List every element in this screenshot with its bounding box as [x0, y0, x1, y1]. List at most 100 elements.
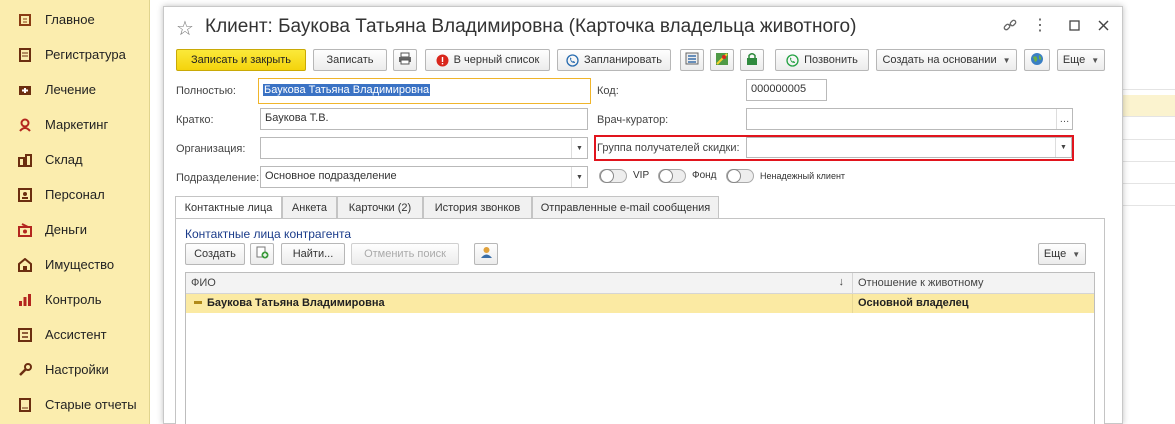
sidebar-item-money[interactable]: Деньги [0, 212, 149, 247]
curator-label: Врач-куратор: [597, 114, 669, 126]
select-ellipsis-icon[interactable]: … [1056, 109, 1072, 129]
toggle-knob [659, 169, 673, 183]
curator-field[interactable]: … [746, 108, 1073, 130]
sidebar-item-label: Регистратура [45, 47, 126, 62]
tab-sent-emails[interactable]: Отправленные e-mail сообщения [532, 196, 719, 218]
sidebar-item-marketing[interactable]: Маркетинг [0, 107, 149, 142]
column-header-relation[interactable]: Отношение к животному [853, 273, 1094, 294]
schedule-button[interactable]: Запланировать [557, 49, 671, 71]
copy-button[interactable] [250, 243, 274, 265]
property-icon [17, 257, 33, 273]
vip-label: VIP [633, 170, 650, 181]
chevron-down-icon[interactable]: ▼ [571, 167, 587, 187]
close-icon[interactable] [1095, 17, 1111, 33]
sidebar-item-property[interactable]: Имущество [0, 247, 149, 282]
home-icon [17, 12, 33, 28]
code-value: 000000005 [751, 83, 807, 95]
tab-cards[interactable]: Карточки (2) [337, 196, 423, 218]
sidebar-item-label: Ассистент [45, 327, 107, 342]
background-row [1120, 118, 1175, 140]
tab-questionnaire[interactable]: Анкета [282, 196, 337, 218]
fond-label: Фонд [692, 170, 717, 181]
contact-name: Баукова Татьяна Владимировна [207, 297, 385, 309]
sidebar-item-label: Настройки [45, 362, 109, 377]
sidebar-item-label: Главное [45, 12, 95, 27]
background-row [1120, 140, 1175, 162]
sidebar-item-label: Контроль [45, 292, 102, 307]
chevron-down-icon[interactable]: ▼ [1055, 138, 1071, 157]
organization-field[interactable]: ▼ [260, 137, 588, 159]
sidebar-item-settings[interactable]: Настройки [0, 352, 149, 387]
create-based-label: Создать на основании [882, 54, 997, 66]
more-vertical-icon[interactable]: ⋮ [1032, 17, 1048, 34]
save-and-close-button[interactable]: Записать и закрыть [176, 49, 306, 71]
more-label: Еще [1043, 248, 1067, 260]
globe-button[interactable] [1024, 49, 1050, 71]
chevron-down-icon: ▼ [1002, 55, 1011, 65]
map-icon [715, 52, 729, 69]
client-form-window: ☆ Клиент: Баукова Татьяна Владимировна (… [163, 6, 1123, 424]
contacts-table: ФИО ↓ Отношение к животному Баукова Тать… [185, 272, 1095, 424]
find-button[interactable]: Найти... [281, 243, 345, 265]
chevron-down-icon[interactable]: ▼ [571, 138, 587, 158]
favorite-star-icon[interactable]: ☆ [176, 16, 194, 41]
map-button[interactable] [710, 49, 734, 71]
contacts-more-button[interactable]: Еще ▼ [1038, 243, 1086, 265]
create-based-on-button[interactable]: Создать на основании ▼ [876, 49, 1017, 71]
sidebar-item-old-reports[interactable]: Старые отчеты [0, 387, 149, 422]
maximize-icon[interactable] [1066, 17, 1082, 33]
short-name-field[interactable]: Баукова Т.В. [260, 108, 588, 130]
personnel-icon [17, 187, 33, 203]
full-name-field[interactable]: Баукова Татьяна Владимировна [258, 78, 591, 104]
money-icon [17, 222, 33, 238]
tab-contact-persons[interactable]: Контактные лица [175, 196, 282, 219]
control-icon [17, 292, 33, 308]
blacklist-button[interactable]: В черный список [425, 49, 550, 71]
table-row[interactable]: Баукова Татьяна Владимировна Основной вл… [186, 294, 1094, 313]
call-button[interactable]: Позвонить [775, 49, 869, 71]
unreliable-client-toggle[interactable] [726, 169, 754, 183]
tab-call-history[interactable]: История звонков [423, 196, 532, 218]
chevron-down-icon: ▼ [1072, 249, 1081, 259]
link-icon[interactable] [1002, 17, 1018, 33]
table-cell-relation: Основной владелец [858, 297, 969, 309]
phone-circle-icon [566, 53, 579, 67]
sidebar-item-main[interactable]: Главное [0, 2, 149, 37]
column-header-name[interactable]: ФИО ↓ [186, 273, 853, 294]
sidebar-item-assistant[interactable]: Ассистент [0, 317, 149, 352]
full-name-value: Баукова Татьяна Владимировна [263, 84, 431, 96]
background-row [1120, 68, 1175, 90]
list-button[interactable] [680, 49, 704, 71]
sidebar-item-treatment[interactable]: Лечение [0, 72, 149, 107]
sort-arrow-icon: ↓ [838, 276, 845, 288]
organization-label: Организация: [176, 143, 246, 155]
user-button[interactable] [474, 243, 498, 265]
create-contact-button[interactable]: Создать [185, 243, 245, 265]
code-field[interactable]: 000000005 [746, 79, 827, 101]
assistant-icon [17, 327, 33, 343]
department-label: Подразделение: [176, 172, 260, 184]
cancel-search-button[interactable]: Отменить поиск [351, 243, 459, 265]
warehouse-icon [17, 152, 33, 168]
code-label: Код: [597, 85, 619, 97]
more-button[interactable]: Еще ▼ [1057, 49, 1105, 71]
discount-group-field[interactable]: ▼ [746, 137, 1072, 158]
save-button[interactable]: Записать [313, 49, 387, 71]
more-label: Еще [1062, 54, 1086, 66]
sidebar-item-warehouse[interactable]: Склад [0, 142, 149, 177]
sidebar-item-personnel[interactable]: Персонал [0, 177, 149, 212]
wrench-icon [17, 362, 33, 378]
fond-toggle[interactable] [658, 169, 686, 183]
vip-toggle[interactable] [599, 169, 627, 183]
chevron-down-icon: ▼ [1091, 55, 1100, 65]
title-bar: ☆ Клиент: Баукова Татьяна Владимировна (… [164, 7, 1122, 45]
background-row [1120, 162, 1175, 184]
lock-button[interactable] [740, 49, 764, 71]
sidebar-item-control[interactable]: Контроль [0, 282, 149, 317]
sidebar-item-registry[interactable]: Регистратура [0, 37, 149, 72]
background-row [1120, 184, 1175, 206]
sidebar-item-label: Старые отчеты [45, 397, 137, 412]
background-row [1120, 95, 1175, 117]
department-field[interactable]: Основное подразделение ▼ [260, 166, 588, 188]
print-button[interactable] [393, 49, 417, 71]
